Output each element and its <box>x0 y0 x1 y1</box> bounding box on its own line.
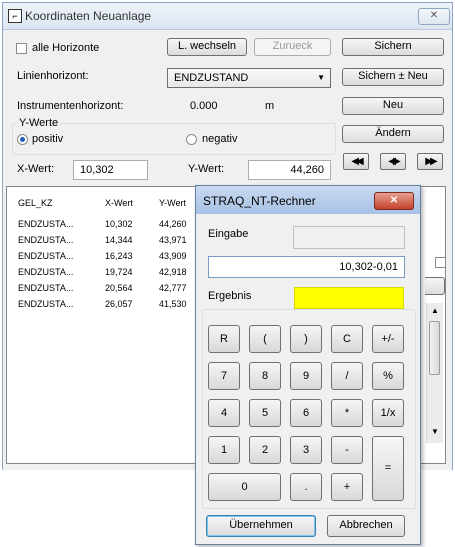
key-4[interactable]: 4 <box>208 399 240 427</box>
alle-horizonte-label: alle Horizonte <box>32 42 100 54</box>
hidden-button[interactable] <box>425 277 445 295</box>
table-row[interactable]: ENDZUSTA... 14,344 43,971 <box>7 235 207 251</box>
instrumentenhorizont-unit: m <box>265 100 275 112</box>
column-header-gel-kz[interactable]: GEL_KZ <box>18 198 53 208</box>
scroll-down-icon[interactable]: ▼ <box>431 427 439 436</box>
key-r[interactable]: R <box>208 325 240 353</box>
last-record-button[interactable]: ▶▶ <box>417 153 443 170</box>
first-record-button[interactable]: ◀◀ <box>343 153 369 170</box>
key-clear[interactable]: C <box>331 325 363 353</box>
l-wechseln-button[interactable]: L. wechseln <box>167 38 247 56</box>
aendern-button[interactable]: Ändern <box>342 125 444 143</box>
table-row[interactable]: ENDZUSTA... 19,724 42,918 <box>7 267 207 283</box>
linienhorizont-label: Linienhorizont: <box>17 70 89 82</box>
key-6[interactable]: 6 <box>290 399 322 427</box>
instrumentenhorizont-label: Instrumentenhorizont: <box>17 100 124 112</box>
chevron-down-icon: ▼ <box>317 73 325 82</box>
key-7[interactable]: 7 <box>208 362 240 390</box>
key-percent[interactable]: % <box>372 362 404 390</box>
key-5[interactable]: 5 <box>249 399 281 427</box>
key-open-paren[interactable]: ( <box>249 325 281 353</box>
x-wert-input[interactable]: 10,302 <box>73 160 148 180</box>
sichern-button[interactable]: Sichern <box>342 38 444 56</box>
expression-input[interactable]: 10,302-0,01 <box>208 256 405 278</box>
close-icon[interactable]: ✕ <box>418 8 450 25</box>
main-title: Koordinaten Neuanlage <box>25 9 152 23</box>
table-row[interactable]: ENDZUSTA... 10,302 44,260 <box>7 219 207 235</box>
alle-horizonte-checkbox[interactable] <box>16 43 27 54</box>
negativ-radio[interactable] <box>186 134 197 145</box>
eingabe-label: Eingabe <box>208 228 249 240</box>
linienhorizont-select[interactable]: ENDZUSTAND ▼ <box>167 68 331 88</box>
abbrechen-button[interactable]: Abbrechen <box>327 515 405 537</box>
y-werte-label: Y-Werte <box>17 117 61 129</box>
column-header-y-wert[interactable]: Y-Wert <box>159 198 186 208</box>
main-title-bar: ⌐ Koordinaten Neuanlage ✕ <box>3 3 452 30</box>
key-1[interactable]: 1 <box>208 436 240 464</box>
calculator-title: STRAQ_NT-Rechner <box>203 194 316 208</box>
key-8[interactable]: 8 <box>249 362 281 390</box>
key-equals[interactable]: = <box>372 436 404 501</box>
ergebnis-field <box>294 287 404 309</box>
key-9[interactable]: 9 <box>290 362 322 390</box>
step-record-button[interactable]: ◀▶ <box>380 153 406 170</box>
key-decimal[interactable]: . <box>290 473 322 501</box>
key-reciprocal[interactable]: 1/x <box>372 399 404 427</box>
negativ-label: negativ <box>202 133 238 145</box>
positiv-radio[interactable] <box>17 134 28 145</box>
key-minus[interactable]: - <box>331 436 363 464</box>
close-icon[interactable]: ✕ <box>374 192 414 210</box>
sichern-neu-button[interactable]: Sichern ± Neu <box>342 68 444 86</box>
key-0[interactable]: 0 <box>208 473 281 501</box>
key-multiply[interactable]: * <box>331 399 363 427</box>
key-2[interactable]: 2 <box>249 436 281 464</box>
key-close-paren[interactable]: ) <box>290 325 322 353</box>
table-row[interactable]: ENDZUSTA... 26,057 41,530 <box>7 299 207 315</box>
table-row[interactable]: ENDZUSTA... 16,243 43,909 <box>7 251 207 267</box>
key-divide[interactable]: / <box>331 362 363 390</box>
list-scrollbar[interactable]: ▲ ▼ <box>426 303 443 443</box>
positiv-label: positiv <box>32 133 64 145</box>
uebernehmen-button[interactable]: Übernehmen <box>206 515 316 537</box>
key-plus[interactable]: + <box>331 473 363 501</box>
calculator-dialog: STRAQ_NT-Rechner ✕ Eingabe 10,302-0,01 E… <box>195 185 421 545</box>
y-wert-input[interactable]: 44,260 <box>248 160 331 180</box>
key-3[interactable]: 3 <box>290 436 322 464</box>
neu-button[interactable]: Neu <box>342 97 444 115</box>
calculator-title-bar: STRAQ_NT-Rechner ✕ <box>196 186 420 214</box>
instrumentenhorizont-value: 0.000 <box>190 100 218 112</box>
eingabe-field[interactable] <box>293 226 405 249</box>
ergebnis-label: Ergebnis <box>208 290 252 302</box>
hidden-checkbox[interactable] <box>435 257 446 268</box>
scroll-thumb[interactable] <box>429 321 440 375</box>
zurueck-button[interactable]: Zurueck <box>254 38 331 56</box>
table-row[interactable]: ENDZUSTA... 20,564 42,777 <box>7 283 207 299</box>
key-plus-minus[interactable]: +/- <box>372 325 404 353</box>
column-header-x-wert[interactable]: X-Wert <box>105 198 133 208</box>
scroll-up-icon[interactable]: ▲ <box>431 306 439 315</box>
y-wert-label: Y-Wert: <box>188 163 225 175</box>
x-wert-label: X-Wert: <box>17 163 55 175</box>
linienhorizont-value: ENDZUSTAND <box>174 72 249 84</box>
app-icon: ⌐ <box>8 9 22 23</box>
